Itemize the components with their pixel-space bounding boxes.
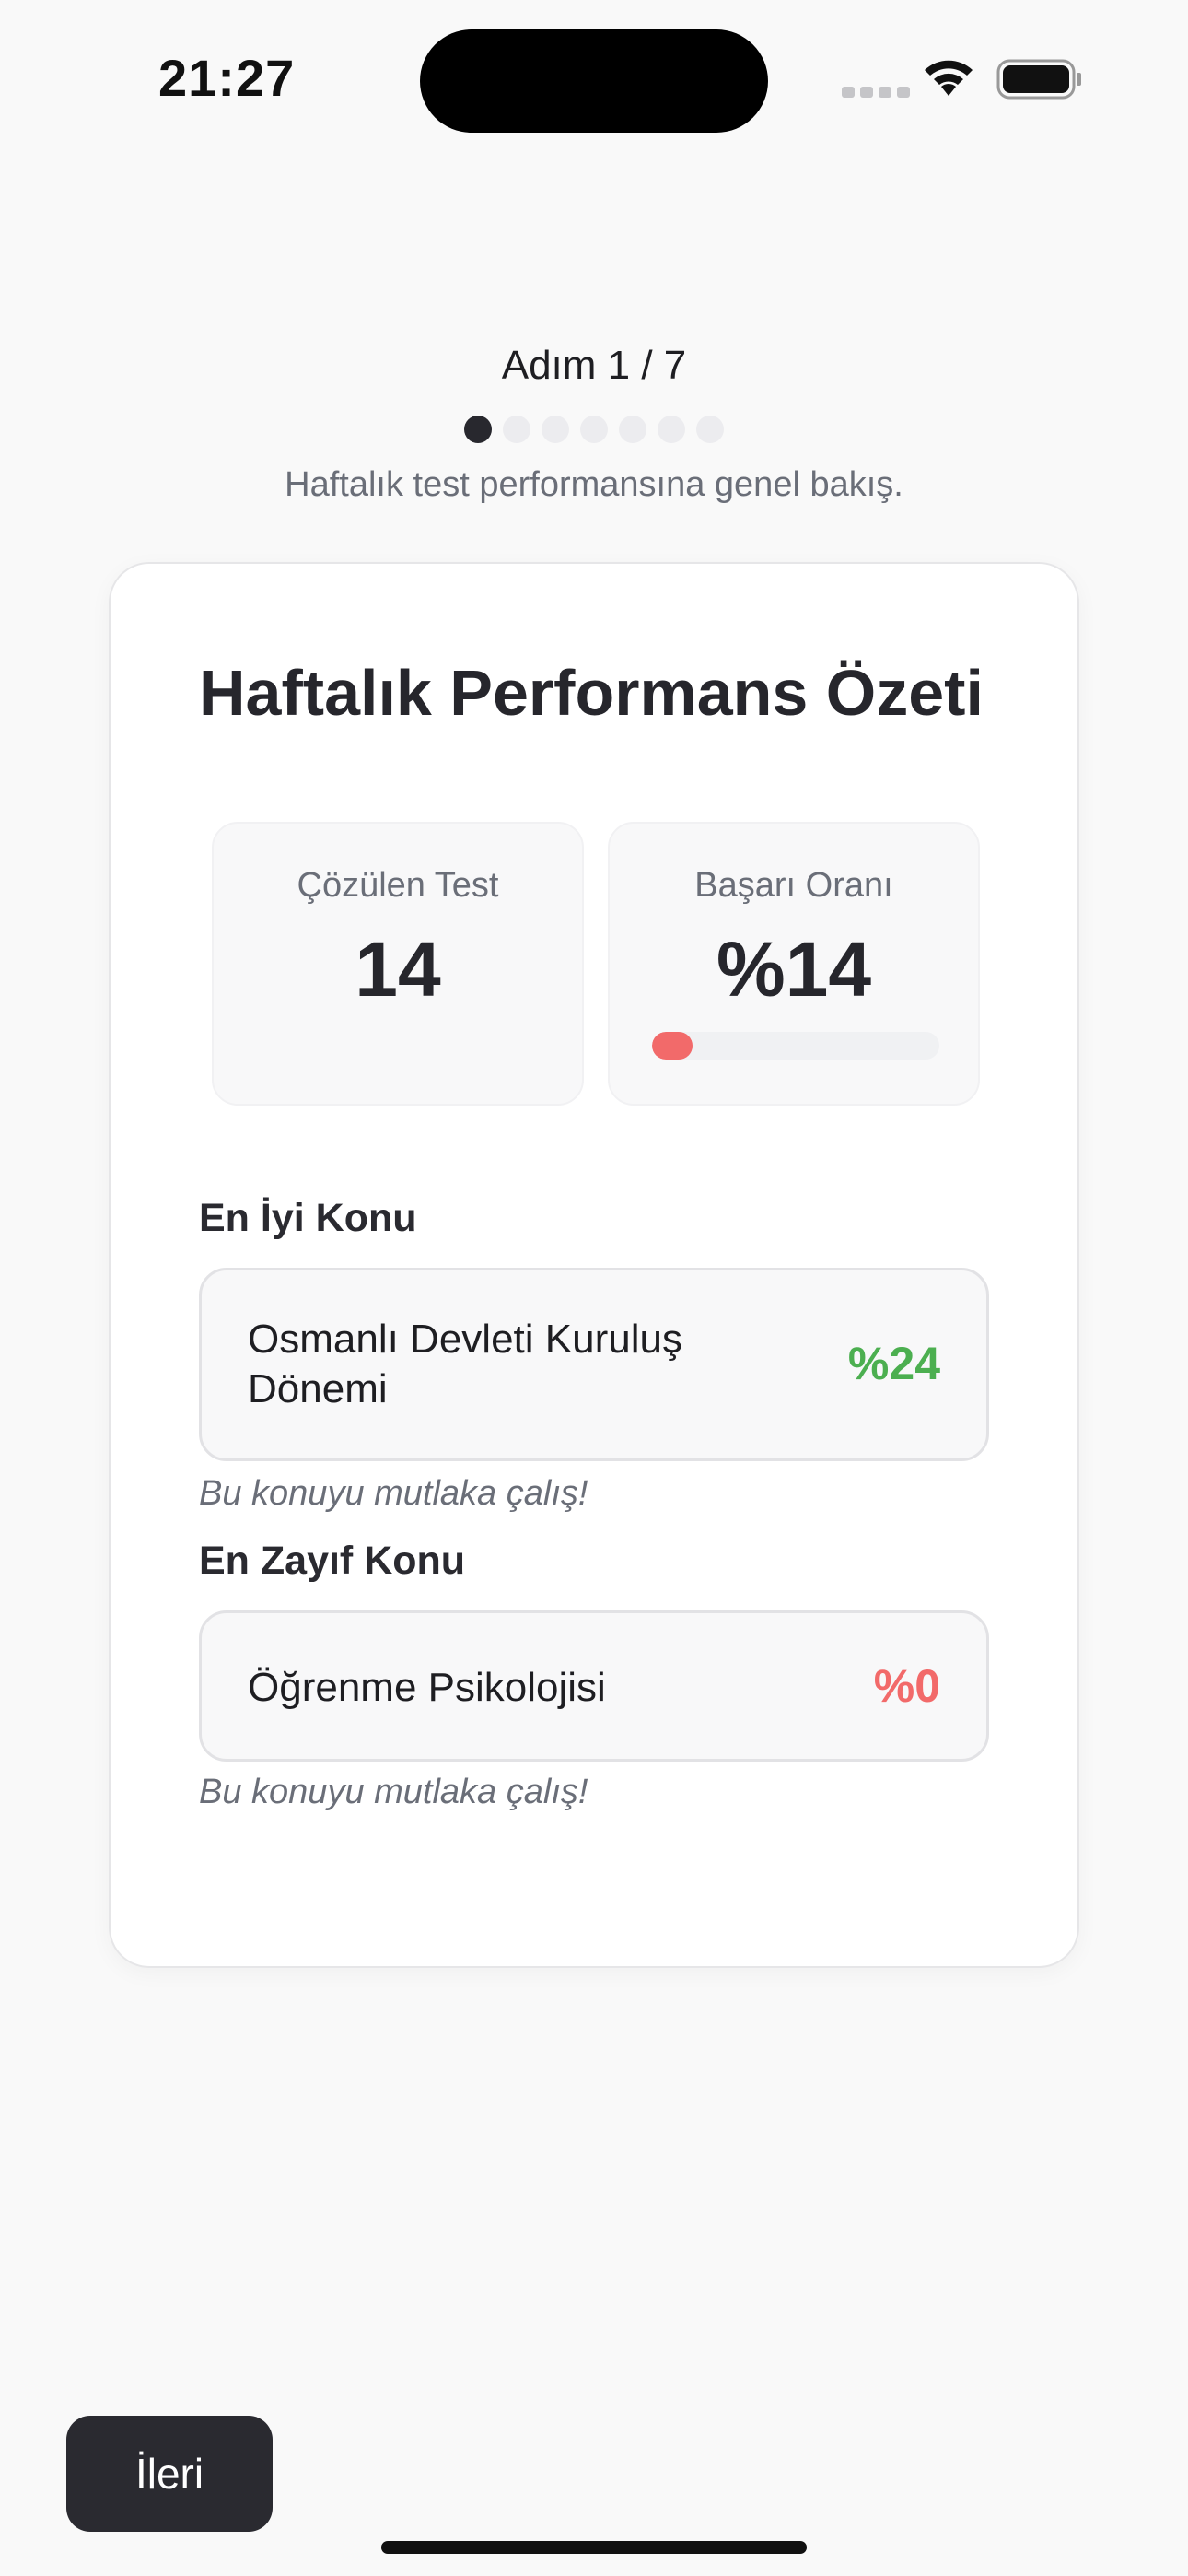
solved-tests-stat: Çözülen Test 14 [212, 822, 584, 1106]
best-topic-box: Osmanlı Devleti Kuruluş Dönemi %24 [199, 1268, 989, 1461]
success-rate-progress-bar [652, 1032, 939, 1060]
success-rate-label: Başarı Oranı [694, 866, 893, 905]
step-dot [542, 416, 569, 443]
cellular-signal-icon [842, 87, 910, 98]
home-indicator [381, 2541, 807, 2554]
success-rate-stat: Başarı Oranı %14 [608, 822, 980, 1106]
best-topic-name: Osmanlı Devleti Kuruluş Dönemi [248, 1315, 682, 1414]
solved-tests-value: 14 [355, 926, 441, 1013]
best-topic-note: Bu konuyu mutlaka çalış! [199, 1474, 588, 1513]
step-description: Haftalık test performansına genel bakış. [285, 465, 903, 504]
step-dot [580, 416, 608, 443]
wifi-icon [925, 60, 973, 96]
weakest-topic-percent: %0 [873, 1660, 940, 1712]
best-topic-name-line1: Osmanlı Devleti Kuruluş [248, 1317, 682, 1362]
performance-summary-card: Haftalık Performans Özeti Çözülen Test 1… [109, 562, 1079, 1968]
success-rate-value: %14 [716, 926, 872, 1013]
weakest-topic-box: Öğrenme Psikolojisi %0 [199, 1610, 989, 1762]
success-rate-progress-fill [652, 1032, 693, 1060]
weakest-topic-heading: En Zayıf Konu [199, 1539, 466, 1583]
step-dot [696, 416, 724, 443]
solved-tests-label: Çözülen Test [297, 866, 499, 905]
status-time: 21:27 [158, 49, 296, 107]
card-title: Haftalık Performans Özeti [199, 657, 984, 729]
step-dot [503, 416, 530, 443]
battery-icon [996, 59, 1081, 100]
weakest-topic-name: Öğrenme Psikolojisi [248, 1665, 606, 1710]
best-topic-heading: En İyi Konu [199, 1196, 417, 1240]
step-dot [658, 416, 685, 443]
best-topic-name-line2: Dönemi [248, 1366, 388, 1411]
dynamic-island [420, 29, 768, 133]
next-button[interactable]: İleri [66, 2416, 273, 2532]
step-dot [619, 416, 646, 443]
step-dots [464, 416, 724, 443]
best-topic-percent: %24 [847, 1338, 940, 1389]
step-dot-active [464, 416, 492, 443]
weakest-topic-note: Bu konuyu mutlaka çalış! [199, 1773, 588, 1811]
step-indicator: Adım 1 / 7 [501, 343, 687, 388]
